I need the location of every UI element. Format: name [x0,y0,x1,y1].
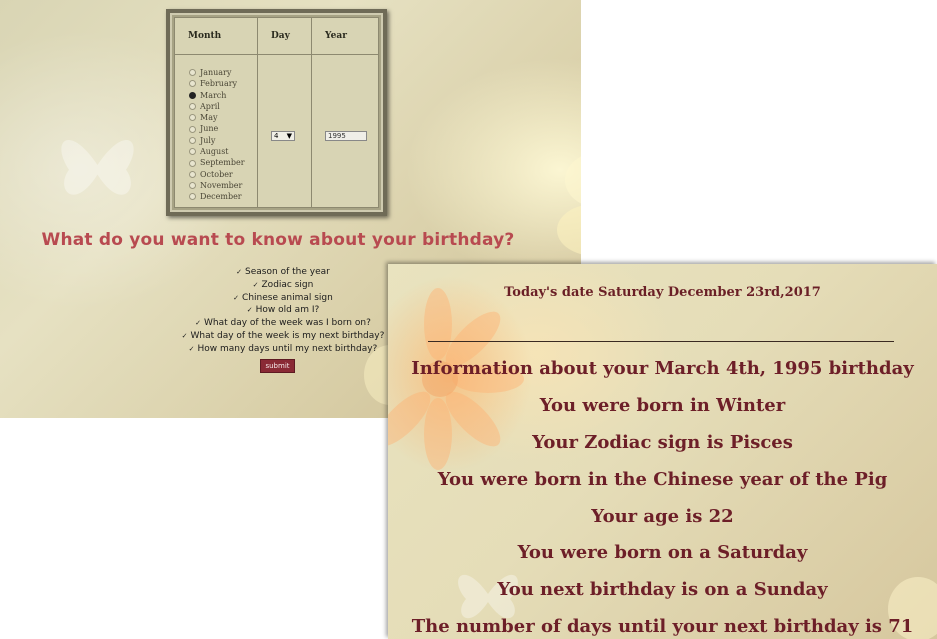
year-header: Year [325,31,347,41]
radio-button-selected[interactable] [189,91,196,99]
checkmark-icon[interactable]: ✓ [253,281,259,289]
checkmark-icon[interactable]: ✓ [236,268,242,276]
result-chinese-year: You were born in the Chinese year of the… [437,468,888,490]
checkmark-icon[interactable]: ✓ [247,306,253,314]
butterfly-decoration-icon [61,139,134,195]
result-heading: Information about your March 4th, 1995 b… [411,358,914,379]
birthday-results-page: Today's date Saturday December 23rd,2017… [388,264,937,639]
question-heading: What do you want to know about your birt… [41,230,515,250]
month-option-june[interactable]: June [189,123,245,134]
birthdate-table: Month Day Year January February March Ap… [166,9,387,216]
radio-button[interactable] [189,182,196,190]
year-input[interactable]: 1995 [325,131,367,141]
month-option-november[interactable]: November [189,180,245,191]
result-days-until-birthday: The number of days until your next birth… [411,616,914,638]
month-header: Month [188,31,222,41]
radio-button[interactable] [189,125,196,133]
submit-button[interactable]: submit [260,359,295,373]
month-radio-list: January February March April May June Ju… [189,67,245,203]
radio-button[interactable] [189,114,196,122]
result-zodiac: Your Zodiac sign is Pisces [532,431,793,453]
radio-button[interactable] [189,159,196,167]
result-birth-weekday: You were born on a Saturday [517,542,808,564]
month-option-february[interactable]: February [189,78,245,89]
month-option-september[interactable]: September [189,157,245,168]
radio-button[interactable] [189,148,196,156]
radio-button[interactable] [189,136,196,144]
radio-button[interactable] [189,170,196,178]
month-option-may[interactable]: May [189,112,245,123]
month-option-march[interactable]: March [189,90,245,101]
month-option-august[interactable]: August [189,146,245,157]
checkmark-icon[interactable]: ✓ [233,294,239,302]
day-header: Day [271,31,290,41]
radio-button[interactable] [189,193,196,201]
checkmark-icon[interactable]: ✓ [189,345,195,353]
checkmark-icon[interactable]: ✓ [195,319,201,327]
day-select[interactable]: 4 ▼ [271,131,295,141]
results-list: Information about your March 4th, 1995 b… [388,356,937,639]
month-option-december[interactable]: December [189,191,245,202]
radio-button[interactable] [189,103,196,111]
radio-button[interactable] [189,80,196,88]
checkmark-icon[interactable]: ✓ [182,332,188,340]
result-next-birthday-weekday: You next birthday is on a Sunday [497,579,828,601]
todays-date: Today's date Saturday December 23rd,2017 [504,285,821,300]
divider [428,341,894,342]
birthdate-table-body: Month Day Year January February March Ap… [174,17,379,208]
month-option-april[interactable]: April [189,101,245,112]
result-age: Your age is 22 [591,505,734,527]
chevron-down-icon: ▼ [286,132,292,140]
month-option-october[interactable]: October [189,169,245,180]
day-select-value: 4 [274,132,279,140]
month-option-july[interactable]: July [189,135,245,146]
result-season: You were born in Winter [539,394,786,416]
radio-button[interactable] [189,69,196,77]
month-option-january[interactable]: January [189,67,245,78]
